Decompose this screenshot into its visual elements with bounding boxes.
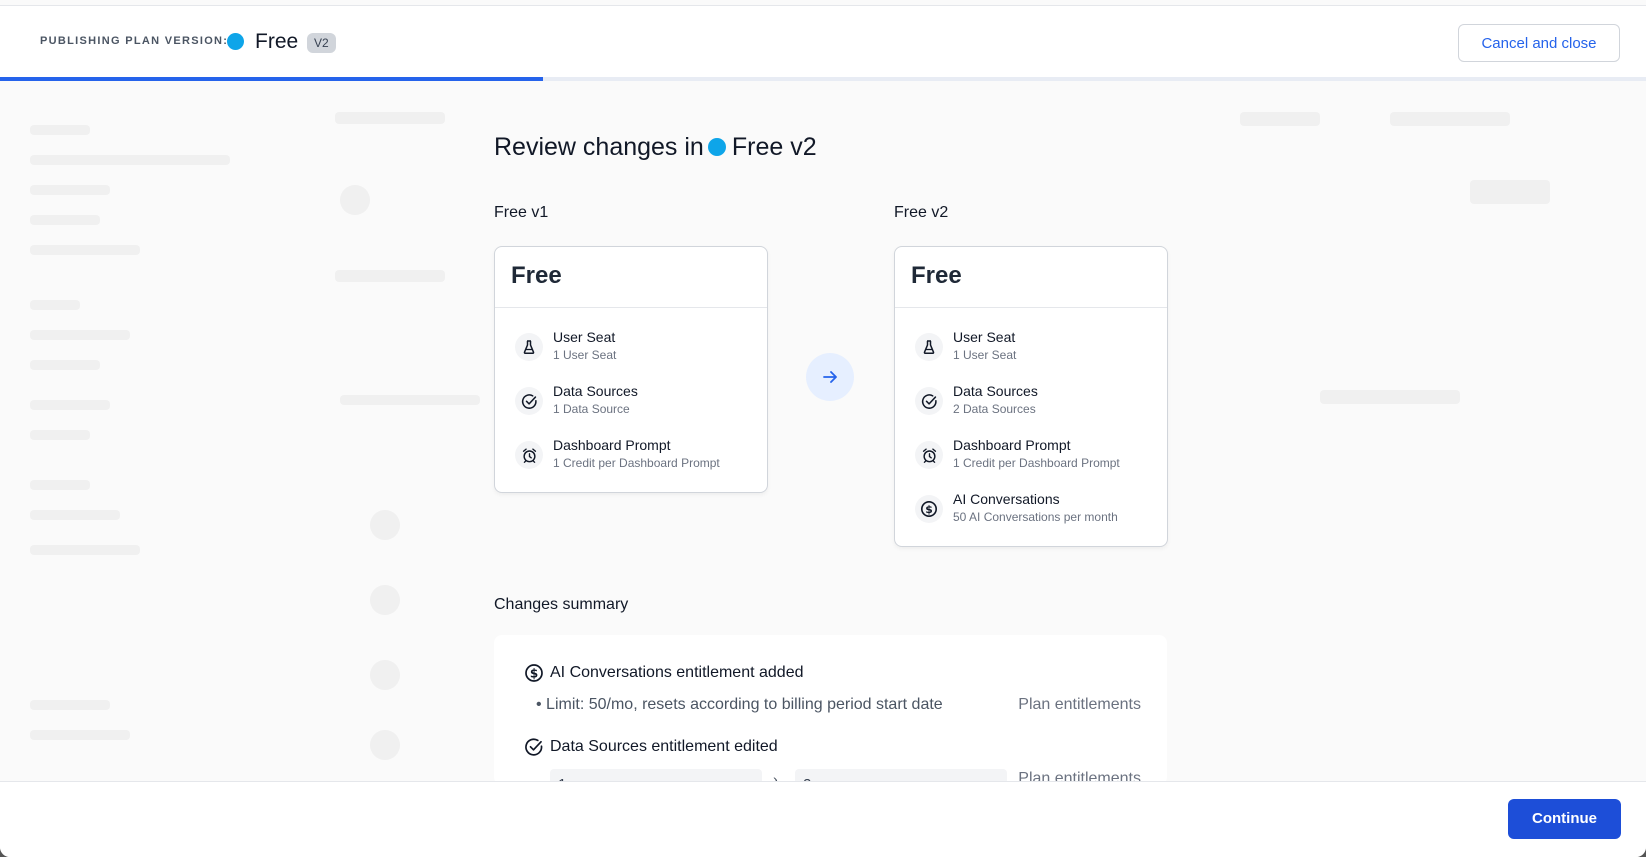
card-title: Free (495, 247, 767, 308)
new-version-label: Free v2 (894, 204, 949, 221)
check-circle-icon (525, 738, 543, 756)
cancel-and-close-button[interactable]: Cancel and close (1458, 24, 1620, 62)
change-detail: • Limit: 50/mo, resets according to bill… (536, 696, 943, 713)
dialog-header: PUBLISHING PLAN VERSION: Free V2 Cancel … (0, 6, 1646, 78)
change-source: Plan entitlements (1018, 696, 1141, 713)
check-circle-icon (515, 387, 543, 415)
check-circle-icon (915, 387, 943, 415)
feature-item: User Seat 1 User Seat (495, 321, 767, 375)
continue-button[interactable]: Continue (1508, 799, 1621, 839)
changes-summary-title: Changes summary (494, 596, 629, 613)
feature-item: Dashboard Prompt 1 Credit per Dashboard P… (895, 429, 1167, 483)
feature-name: User Seat (953, 329, 1016, 345)
change-title: Data Sources entitlement edited (524, 737, 778, 757)
feature-name: Data Sources (553, 383, 638, 399)
feature-name: Dashboard Prompt (953, 437, 1071, 453)
publish-plan-dialog: PUBLISHING PLAN VERSION: Free V2 Cancel … (0, 0, 1646, 857)
feature-item: User Seat 1 User Seat (895, 321, 1167, 375)
feature-name: Dashboard Prompt (553, 437, 671, 453)
dollar-circle-icon: $ (915, 495, 943, 523)
publishing-label: PUBLISHING PLAN VERSION: (40, 35, 229, 47)
flask-icon (915, 333, 943, 361)
dialog-footer: Continue (0, 781, 1646, 857)
new-plan-card: Free User Seat 1 User Seat Data Sources 2 D… (894, 246, 1168, 547)
feature-name: User Seat (553, 329, 616, 345)
dollar-circle-icon: $ (525, 664, 543, 682)
change-title-text: AI Conversations entitlement added (550, 664, 804, 681)
change-title-text: Data Sources entitlement edited (550, 738, 778, 755)
svg-text:$: $ (925, 503, 933, 516)
feature-item: $ AI Conversations 50 AI Conversations per… (895, 483, 1167, 537)
feature-detail: 2 Data Sources (953, 402, 1036, 416)
alarm-clock-icon (915, 441, 943, 469)
plan-color-dot (707, 138, 726, 156)
alarm-clock-icon (515, 441, 543, 469)
svg-text:$: $ (530, 667, 538, 681)
version-badge: V2 (307, 33, 336, 53)
change-title: $ AI Conversations entitlement added (524, 663, 803, 683)
changes-summary-box: $ AI Conversations entitlement added • L… (494, 635, 1167, 785)
title-plan: Free v2 (731, 133, 817, 161)
feature-detail: 1 Credit per Dashboard Prompt (553, 456, 720, 470)
feature-item: Data Sources 2 Data Sources (895, 375, 1167, 429)
feature-detail: 1 User Seat (953, 348, 1017, 362)
feature-detail: 1 User Seat (553, 348, 617, 362)
plan-name: Free (255, 30, 299, 53)
page-title: Review changes in Free v2 (494, 133, 817, 162)
feature-name: AI Conversations (953, 491, 1060, 507)
feature-detail: 1 Credit per Dashboard Prompt (953, 456, 1120, 470)
feature-detail: 50 AI Conversations per month (953, 510, 1118, 524)
feature-name: Data Sources (953, 383, 1038, 399)
progress-fill (0, 77, 544, 81)
plan-color-dot (227, 33, 244, 50)
card-title: Free (895, 247, 1167, 308)
arrow-right-icon (806, 353, 854, 401)
feature-list: User Seat 1 User Seat Data Sources 1 Data S… (495, 308, 767, 492)
progress-bar (0, 77, 1646, 81)
feature-item: Data Sources 1 Data Source (495, 375, 767, 429)
feature-list: User Seat 1 User Seat Data Sources 2 Data S… (895, 308, 1167, 546)
old-version-label: Free v1 (494, 204, 549, 221)
feature-detail: 1 Data Source (553, 402, 630, 416)
flask-icon (515, 333, 543, 361)
feature-item: Dashboard Prompt 1 Credit per Dashboard P… (495, 429, 767, 483)
old-plan-card: Free User Seat 1 User Seat Data Sources 1 D… (494, 246, 768, 493)
title-prefix: Review changes in (494, 133, 704, 161)
